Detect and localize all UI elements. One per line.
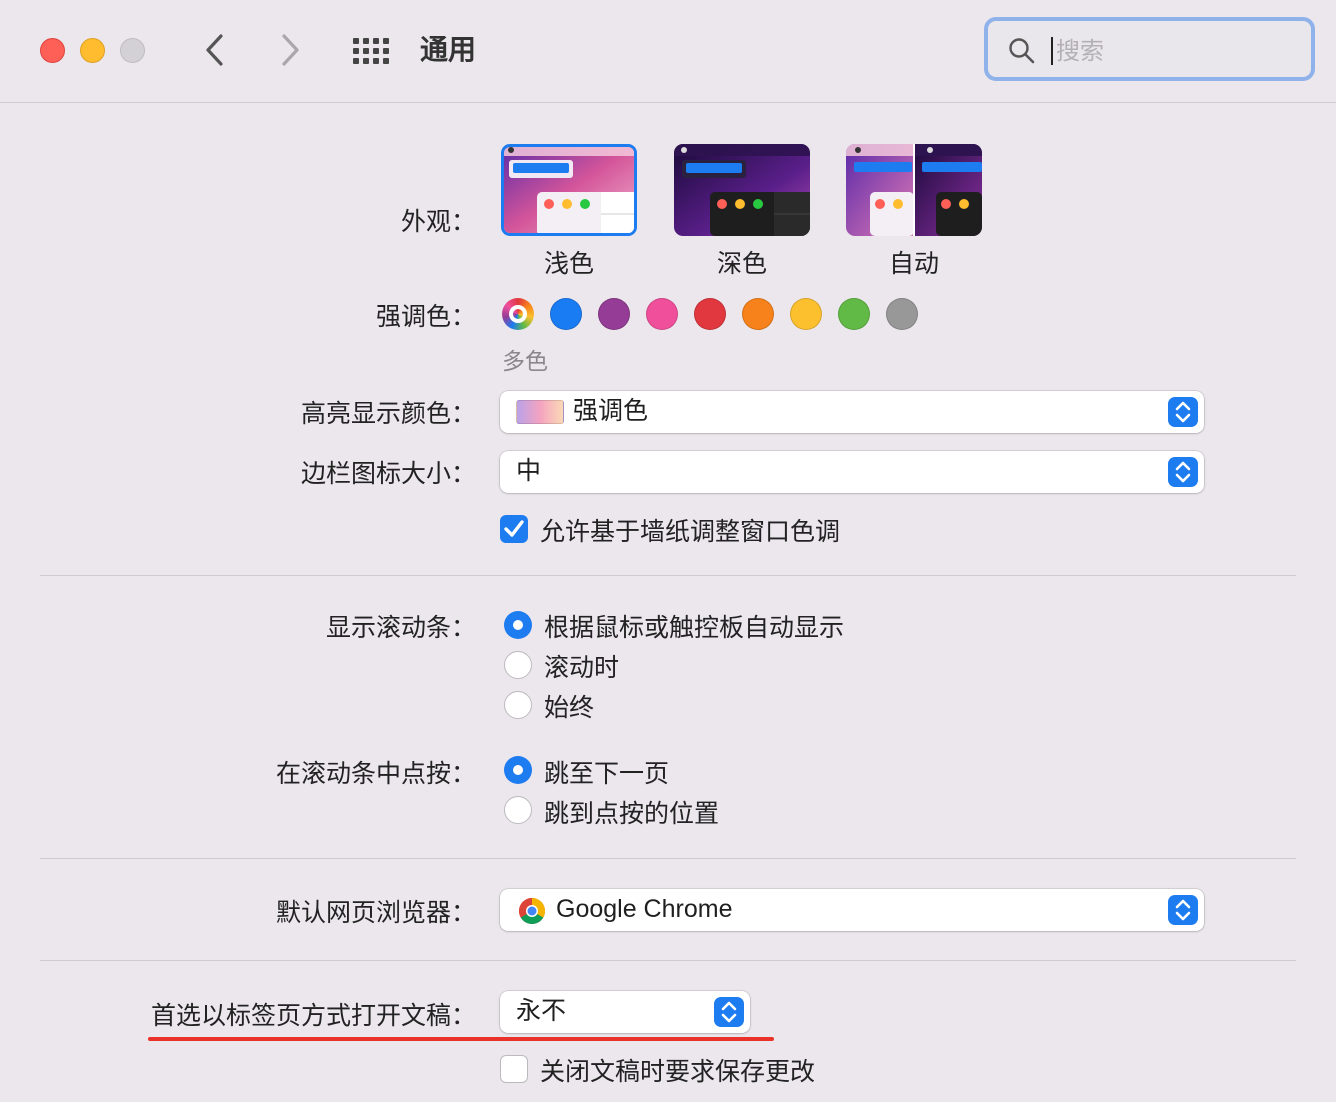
sidebar-icon-size-label: 边栏图标大小： [300, 459, 476, 488]
accent-swatch-green[interactable] [838, 298, 870, 330]
click-scrollbar-label: 在滚动条中点按： [275, 759, 476, 788]
selected-dot [513, 309, 523, 319]
section-divider [40, 575, 1296, 576]
popup-stepper [1168, 457, 1198, 487]
show-scrollbars-label: 显示滚动条： [325, 613, 476, 642]
accent-swatch-purple[interactable] [598, 298, 630, 330]
popup-stepper [714, 997, 744, 1027]
scrollbars-when-scrolling-radio[interactable] [504, 651, 532, 679]
appearance-label: 外观： [400, 207, 476, 236]
prefer-tabs-value: 永不 [516, 996, 567, 1025]
auto-theme-preview [846, 144, 982, 236]
default-browser-popup[interactable]: Google Chrome [500, 889, 1204, 931]
scrollbars-always-label: 始终 [544, 693, 595, 722]
accent-swatch-pink[interactable] [646, 298, 678, 330]
search-input[interactable] [1054, 33, 1298, 69]
highlight-color-label: 高亮显示颜色： [300, 399, 476, 428]
text-caret [1051, 37, 1053, 65]
scrollbars-auto-label: 根据鼠标或触控板自动显示 [544, 613, 845, 642]
up-down-chevron-icon [1175, 401, 1191, 423]
accent-swatch-orange[interactable] [742, 298, 774, 330]
back-button[interactable] [196, 30, 236, 70]
forward-button[interactable] [270, 30, 310, 70]
default-browser-value: Google Chrome [556, 895, 733, 923]
scrollbars-auto-radio[interactable] [504, 611, 532, 639]
light-theme-preview [504, 147, 634, 233]
up-down-chevron-icon [721, 1001, 737, 1023]
theme-auto-label: 自动 [888, 249, 939, 278]
search-field[interactable] [984, 17, 1315, 81]
popup-stepper [1168, 397, 1198, 427]
scrollbars-when-scrolling-label: 滚动时 [544, 653, 620, 682]
chevron-left-icon [206, 34, 223, 66]
popup-stepper [1168, 895, 1198, 925]
annotation-underline [148, 1037, 774, 1041]
click-next-page-radio[interactable] [504, 756, 532, 784]
theme-dark-label: 深色 [716, 249, 767, 278]
window-title: 通用 [420, 33, 477, 66]
wallpaper-tint-checkbox[interactable] [500, 515, 528, 543]
prefer-tabs-popup[interactable]: 永不 [500, 991, 750, 1033]
section-divider [40, 960, 1296, 961]
accent-swatch-red[interactable] [694, 298, 726, 330]
checkmark-icon [504, 520, 524, 537]
wallpaper-tint-label: 允许基于墙纸调整窗口色调 [540, 517, 841, 546]
chrome-icon [518, 898, 546, 925]
prefer-tabs-label: 首选以标签页方式打开文稿： [150, 1001, 476, 1030]
section-divider [40, 858, 1296, 859]
chevron-right-icon [282, 34, 299, 66]
theme-auto-thumbnail[interactable] [846, 144, 982, 236]
accent-swatch-graphite[interactable] [886, 298, 918, 330]
up-down-chevron-icon [1175, 461, 1191, 483]
theme-dark-thumbnail[interactable] [674, 144, 810, 236]
sidebar-icon-size-popup[interactable]: 中 [500, 451, 1204, 493]
show-all-button[interactable] [352, 36, 392, 66]
dark-theme-preview [674, 144, 810, 236]
window-titlebar: 通用 [0, 0, 1336, 103]
accent-swatch-yellow[interactable] [790, 298, 822, 330]
minimize-window-button[interactable] [80, 38, 105, 63]
click-jump-spot-radio[interactable] [504, 796, 532, 824]
click-next-page-label: 跳至下一页 [544, 759, 670, 788]
up-down-chevron-icon [1175, 899, 1191, 921]
theme-light-label: 浅色 [543, 249, 594, 278]
accent-color-label: 强调色： [375, 302, 476, 331]
ask-save-checkbox[interactable] [500, 1055, 528, 1083]
highlight-color-swatch [516, 400, 564, 424]
highlight-color-value: 强调色 [573, 396, 649, 425]
accent-swatch-blue[interactable] [550, 298, 582, 330]
grid-icon [353, 38, 389, 64]
highlight-color-popup[interactable]: 强调色 [500, 391, 1204, 433]
close-window-button[interactable] [40, 38, 65, 63]
click-jump-spot-label: 跳到点按的位置 [544, 799, 720, 828]
zoom-window-button[interactable] [120, 38, 145, 63]
search-icon [1009, 38, 1035, 64]
accent-swatch-multicolor[interactable] [502, 298, 534, 330]
ask-save-label: 关闭文稿时要求保存更改 [540, 1057, 816, 1086]
theme-light-thumbnail[interactable] [501, 144, 637, 236]
default-browser-label: 默认网页浏览器： [275, 898, 476, 927]
accent-selected-name: 多色 [502, 349, 548, 375]
sidebar-icon-size-value: 中 [516, 456, 542, 485]
scrollbars-always-radio[interactable] [504, 691, 532, 719]
